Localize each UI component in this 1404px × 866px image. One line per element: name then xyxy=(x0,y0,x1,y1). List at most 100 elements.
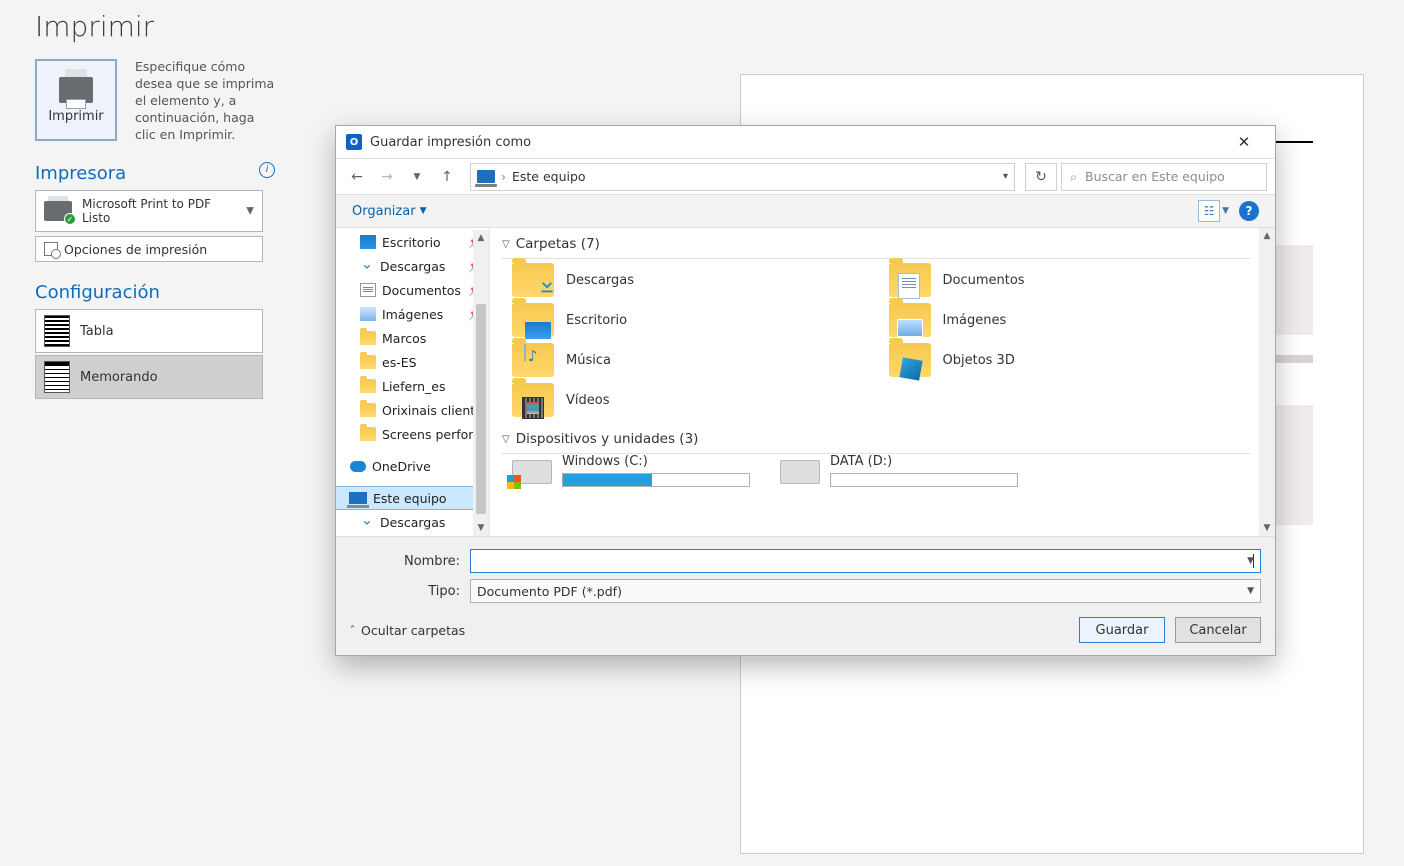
folder-imagenes[interactable]: Imágenes xyxy=(889,303,1256,337)
filename-label: Nombre: xyxy=(350,554,470,569)
tree-item-onedrive[interactable]: OneDrive xyxy=(336,454,489,478)
drive-windows-icon xyxy=(512,460,552,484)
address-location: Este equipo xyxy=(512,169,586,184)
printer-selector[interactable]: ✓ Microsoft Print to PDF Listo ▼ xyxy=(35,190,263,232)
folder-icon xyxy=(360,427,376,441)
nav-history-button[interactable]: ▼ xyxy=(404,164,430,190)
filetype-label: Tipo: xyxy=(350,584,470,599)
nav-back-button[interactable]: ← xyxy=(344,164,370,190)
search-input[interactable]: ⌕ Buscar en Este equipo xyxy=(1061,163,1267,191)
folder-documentos[interactable]: Documentos xyxy=(889,263,1256,297)
download-icon xyxy=(360,259,374,273)
search-placeholder: Buscar en Este equipo xyxy=(1085,169,1225,184)
tree-item-marcos[interactable]: Marcos xyxy=(336,326,489,350)
folder-icon xyxy=(889,263,931,297)
chevron-down-icon[interactable]: ▼ xyxy=(1222,206,1229,216)
navigation-tree: Escritorio 📌 Descargas 📌 Documentos 📌 xyxy=(336,228,490,536)
nav-row: ← → ▼ ↑ › Este equipo ▾ ↻ ⌕ Buscar en Es… xyxy=(336,158,1275,194)
refresh-button[interactable]: ↻ xyxy=(1025,163,1057,191)
download-icon xyxy=(536,274,558,300)
folder-objetos-3d[interactable]: Objetos 3D xyxy=(889,343,1256,377)
drive-c[interactable]: Windows (C:) xyxy=(512,454,750,487)
folder-descargas[interactable]: Descargas xyxy=(512,263,879,297)
save-button[interactable]: Guardar xyxy=(1079,617,1165,643)
document-icon xyxy=(898,273,920,299)
tree-item-este-equipo[interactable]: Este equipo xyxy=(336,486,490,510)
print-options-button[interactable]: Opciones de impresión xyxy=(35,236,263,262)
filetype-select[interactable]: Documento PDF (*.pdf) ▼ xyxy=(470,579,1261,603)
chevron-down-icon[interactable]: ▼ xyxy=(1247,586,1254,596)
info-icon[interactable]: i xyxy=(259,162,275,178)
dialog-footer: Nombre: ▼ Tipo: Documento PDF (*.pdf) ▼ … xyxy=(336,536,1275,655)
pictures-icon xyxy=(360,307,376,321)
chevron-down-icon[interactable]: ▼ xyxy=(1247,556,1254,566)
tree-item-eses[interactable]: es-ES xyxy=(336,350,489,374)
drive-d[interactable]: DATA (D:) xyxy=(780,454,1018,487)
folder-icon xyxy=(889,343,931,377)
tree-item-descargas[interactable]: Descargas 📌 xyxy=(336,254,489,278)
hide-folders-toggle[interactable]: ˄ Ocultar carpetas xyxy=(350,623,465,638)
organize-menu[interactable]: Organizar ▼ xyxy=(352,204,426,219)
chevron-up-icon: ˄ xyxy=(350,625,355,636)
folder-icon xyxy=(360,379,376,393)
pictures-icon xyxy=(897,319,923,337)
dialog-titlebar[interactable]: O Guardar impresión como ✕ xyxy=(336,126,1275,158)
folder-escritorio[interactable]: Escritorio xyxy=(512,303,879,337)
filetype-value: Documento PDF (*.pdf) xyxy=(477,584,622,599)
tree-item-documentos[interactable]: Documentos 📌 xyxy=(336,278,489,302)
onedrive-icon xyxy=(350,461,366,472)
print-help-text: Especifique cómo desea que se imprima el… xyxy=(135,59,275,143)
view-options-button[interactable]: ☷ xyxy=(1198,200,1220,222)
config-heading: Configuración xyxy=(35,282,275,303)
selected-printer-status: Listo xyxy=(82,211,211,225)
folder-videos[interactable]: Vídeos xyxy=(512,383,879,417)
this-pc-icon xyxy=(349,492,367,504)
dialog-title: Guardar impresión como xyxy=(370,135,531,150)
objects-3d-icon xyxy=(899,357,922,380)
style-memo[interactable]: Memorando xyxy=(35,355,263,399)
document-icon xyxy=(360,283,376,297)
drive-d-usage xyxy=(830,473,1018,487)
folder-icon xyxy=(360,331,376,345)
address-bar[interactable]: › Este equipo ▾ xyxy=(470,163,1015,191)
help-button[interactable]: ? xyxy=(1239,201,1259,221)
print-button-row: Imprimir Especifique cómo desea que se i… xyxy=(35,59,275,143)
chevron-down-icon: ▽ xyxy=(502,434,510,445)
chevron-down-icon[interactable]: ▾ xyxy=(1003,171,1008,182)
print-button[interactable]: Imprimir xyxy=(35,59,117,141)
download-icon xyxy=(360,515,374,529)
tree-item-imagenes[interactable]: Imágenes 📌 xyxy=(336,302,489,326)
save-as-dialog: O Guardar impresión como ✕ ← → ▼ ↑ › Est… xyxy=(335,125,1276,656)
tree-item-screens[interactable]: Screens perform xyxy=(336,422,489,446)
chevron-down-icon: ▽ xyxy=(502,239,510,250)
print-options-icon xyxy=(44,242,58,256)
folders-group-header[interactable]: ▽ Carpetas (7) xyxy=(490,228,1275,258)
filename-input[interactable]: ▼ xyxy=(470,549,1261,573)
content-scrollbar[interactable]: ▲ ▼ xyxy=(1259,228,1275,536)
devices-group-header[interactable]: ▽ Dispositivos y unidades (3) xyxy=(490,421,1275,453)
chevron-down-icon: ▼ xyxy=(246,206,254,217)
tree-item-escritorio[interactable]: Escritorio 📌 xyxy=(336,230,489,254)
tree-item-orixinais[interactable]: Orixinais cliente xyxy=(336,398,489,422)
this-pc-icon xyxy=(477,170,495,183)
close-button[interactable]: ✕ xyxy=(1223,128,1265,156)
drive-c-usage xyxy=(562,473,750,487)
tree-item-descargas-child[interactable]: Descargas xyxy=(336,510,489,534)
selected-printer-name: Microsoft Print to PDF xyxy=(82,197,211,211)
tree-scrollbar[interactable]: ▲ ▼ xyxy=(473,230,489,536)
drive-icon xyxy=(780,460,820,484)
cancel-button[interactable]: Cancelar xyxy=(1175,617,1261,643)
folder-icon xyxy=(512,383,554,417)
desktop-icon xyxy=(360,235,376,249)
folder-musica[interactable]: Música xyxy=(512,343,879,377)
videos-icon xyxy=(522,397,544,419)
outlook-icon: O xyxy=(346,134,362,150)
tree-item-liefern[interactable]: Liefern_es xyxy=(336,374,489,398)
style-table[interactable]: Tabla xyxy=(35,309,263,353)
printer-icon xyxy=(59,77,93,103)
print-backstage-panel: Imprimir Imprimir Especifique cómo desea… xyxy=(0,0,300,866)
nav-forward-button[interactable]: → xyxy=(374,164,400,190)
nav-up-button[interactable]: ↑ xyxy=(434,164,460,190)
folder-icon xyxy=(360,355,376,369)
dialog-toolbar: Organizar ▼ ☷ ▼ ? xyxy=(336,194,1275,228)
